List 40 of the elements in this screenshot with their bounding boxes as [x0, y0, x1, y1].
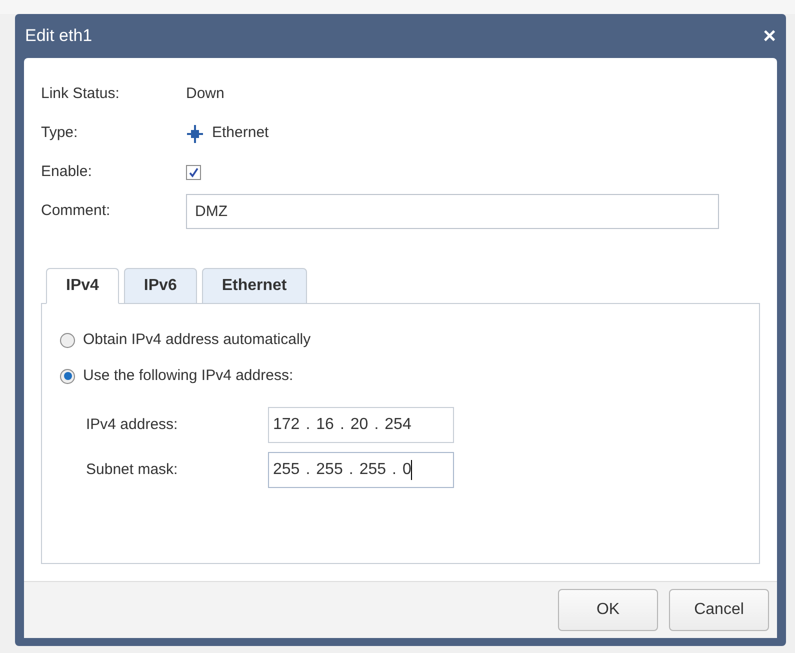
enable-checkbox[interactable] — [186, 165, 201, 180]
tab[interactable]: Ethernet — [202, 268, 307, 304]
property-value: Ethernet — [212, 123, 269, 144]
field-label: IPv4 address: — [86, 414, 179, 435]
octet-separator: . — [304, 460, 312, 480]
field-label: Subnet mask: — [86, 460, 179, 480]
window-title: Edit eth1 — [25, 25, 92, 48]
radio-button[interactable] — [60, 368, 75, 384]
octet-separator: . — [373, 415, 380, 435]
dialog-button[interactable]: OK — [558, 589, 658, 631]
check-icon — [188, 167, 199, 178]
octet-value: 172 — [273, 415, 300, 435]
octet-value: 20 — [350, 415, 368, 435]
property-label: Type: — [41, 123, 79, 144]
octet-value: 16 — [316, 415, 334, 435]
dialog-button[interactable]: Cancel — [669, 589, 769, 631]
octet-value: 0 — [402, 460, 412, 480]
tab[interactable]: IPv4 — [46, 268, 119, 304]
close-button[interactable]: × — [763, 25, 776, 47]
tab[interactable]: IPv6 — [124, 268, 197, 304]
octet-separator: . — [391, 460, 398, 480]
octet-separator: . — [304, 415, 312, 435]
ip-address-field[interactable]: 172 . 16 . 20 . 254 — [268, 407, 454, 443]
radio-button[interactable] — [60, 332, 75, 348]
octet-value: 254 — [384, 415, 412, 435]
property-value: Down — [186, 84, 224, 104]
comment-field[interactable]: DMZ — [186, 194, 719, 229]
property-label: Comment: — [41, 201, 112, 222]
network-plug-icon — [186, 124, 204, 142]
text-cursor — [411, 460, 412, 480]
radio-label: Obtain IPv4 address automatically — [83, 330, 311, 350]
ip-address-field[interactable]: 255 . 255 . 255 . 0 — [268, 452, 454, 488]
octet-separator: . — [338, 415, 346, 435]
octet-value: 255 — [273, 460, 300, 480]
octet-value: 255 — [359, 460, 386, 480]
octet-separator: . — [348, 460, 354, 480]
property-label: Enable: — [41, 162, 93, 182]
radio-label: Use the following IPv4 address: — [83, 366, 294, 386]
property-label: Link Status: — [41, 84, 120, 104]
octet-value: 255 — [316, 460, 343, 480]
